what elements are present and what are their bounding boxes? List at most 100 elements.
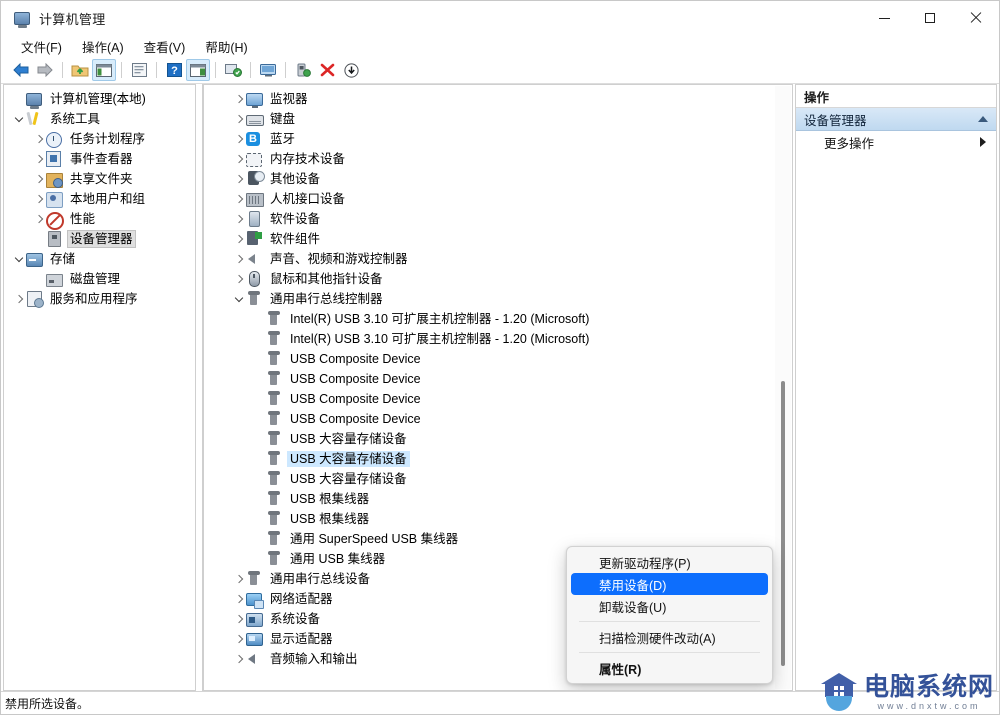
- usb-icon: [266, 451, 282, 467]
- chevron-right-icon[interactable]: [232, 209, 246, 229]
- system-device-icon: [246, 611, 263, 627]
- device-item-14[interactable]: USB Composite Device: [204, 369, 792, 389]
- other-device-icon: [246, 171, 265, 187]
- chevron-right-icon[interactable]: [232, 149, 246, 169]
- ctx-uninstall-device[interactable]: 卸载设备(U): [571, 595, 768, 617]
- chevron-right-icon[interactable]: [32, 209, 46, 229]
- device-item-9[interactable]: 鼠标和其他指针设备: [204, 269, 792, 289]
- sidebar-item-6[interactable]: 性能: [4, 209, 195, 230]
- chevron-right-icon[interactable]: [12, 289, 26, 309]
- scan-hardware-changes-icon[interactable]: [221, 59, 245, 81]
- device-item-16[interactable]: USB Composite Device: [204, 409, 792, 429]
- chevron-right-icon: [980, 137, 986, 147]
- menu-view[interactable]: 查看(V): [134, 35, 196, 58]
- sidebar-item-2[interactable]: 任务计划程序: [4, 129, 195, 149]
- close-button[interactable]: [953, 1, 999, 35]
- chevron-right-icon[interactable]: [232, 249, 246, 269]
- ctx-properties[interactable]: 属性(R): [571, 657, 768, 679]
- minimize-button[interactable]: [861, 1, 907, 35]
- chevron-right-icon[interactable]: [32, 129, 46, 149]
- chevron-right-icon[interactable]: [232, 189, 246, 209]
- device-item-7[interactable]: 软件组件: [204, 229, 792, 249]
- maximize-button[interactable]: [907, 1, 953, 35]
- up-folder-icon[interactable]: [68, 59, 92, 81]
- download-icon[interactable]: [339, 59, 363, 81]
- event-icon: [46, 151, 62, 167]
- chevron-right-icon[interactable]: [32, 189, 46, 209]
- device-item-12[interactable]: Intel(R) USB 3.10 可扩展主机控制器 - 1.20 (Micro…: [204, 329, 792, 349]
- device-item-5[interactable]: 人机接口设备: [204, 189, 792, 209]
- show-action-pane-icon[interactable]: [186, 59, 210, 81]
- disk-icon: [46, 271, 63, 287]
- device-item-1[interactable]: 键盘: [204, 109, 792, 129]
- sidebar-item-1[interactable]: 系统工具: [4, 109, 195, 129]
- device-item-18[interactable]: USB 大容量存储设备: [204, 449, 792, 469]
- action-group-device-manager[interactable]: 设备管理器: [796, 108, 996, 131]
- sidebar-item-label: 磁盘管理: [70, 272, 121, 286]
- device-item-20[interactable]: USB 根集线器: [204, 489, 792, 509]
- chevron-right-icon[interactable]: [232, 109, 246, 129]
- back-icon[interactable]: [9, 59, 33, 81]
- sidebar-item-0[interactable]: 计算机管理(本地): [4, 89, 195, 109]
- device-item-19[interactable]: USB 大容量存储设备: [204, 469, 792, 489]
- ctx-update-driver[interactable]: 更新驱动程序(P): [571, 551, 768, 573]
- show-console-tree-icon[interactable]: [92, 59, 116, 81]
- help-icon[interactable]: ?: [162, 59, 186, 81]
- scrollbar-thumb[interactable]: [781, 381, 785, 666]
- chevron-down-icon[interactable]: [232, 289, 246, 309]
- device-item-label: USB 根集线器: [290, 512, 370, 526]
- chevron-right-icon[interactable]: [232, 629, 246, 649]
- sidebar-item-5[interactable]: 本地用户和组: [4, 189, 195, 209]
- chevron-right-icon[interactable]: [32, 149, 46, 169]
- device-item-0[interactable]: 监视器: [204, 89, 792, 109]
- device-item-3[interactable]: 内存技术设备: [204, 149, 792, 169]
- device-item-15[interactable]: USB Composite Device: [204, 389, 792, 409]
- device-item-6[interactable]: 软件设备: [204, 209, 792, 229]
- uninstall-device-icon[interactable]: [291, 59, 315, 81]
- chevron-right-icon[interactable]: [232, 649, 246, 669]
- usb-icon: [266, 471, 282, 487]
- chevron-right-icon[interactable]: [232, 609, 246, 629]
- ctx-scan-hardware[interactable]: 扫描检测硬件改动(A): [571, 626, 768, 648]
- computer-icon: [26, 91, 42, 109]
- chevron-right-icon[interactable]: [232, 169, 246, 189]
- sidebar-item-8[interactable]: 存储: [4, 249, 195, 269]
- menu-file[interactable]: 文件(F): [11, 35, 72, 58]
- chevron-down-icon[interactable]: [12, 249, 26, 269]
- chevron-right-icon[interactable]: [232, 129, 246, 149]
- forward-icon[interactable]: [33, 59, 57, 81]
- chevron-down-icon[interactable]: [12, 109, 26, 129]
- sidebar-item-9[interactable]: 磁盘管理: [4, 269, 195, 289]
- disable-device-icon[interactable]: [315, 59, 339, 81]
- chevron-right-icon[interactable]: [32, 169, 46, 189]
- watermark-logo-icon: [819, 671, 859, 713]
- chevron-right-icon[interactable]: [232, 589, 246, 609]
- ctx-disable-device[interactable]: 禁用设备(D): [571, 573, 768, 595]
- device-item-21[interactable]: USB 根集线器: [204, 509, 792, 529]
- menu-help[interactable]: 帮助(H): [195, 35, 257, 58]
- device-item-11[interactable]: Intel(R) USB 3.10 可扩展主机控制器 - 1.20 (Micro…: [204, 309, 792, 329]
- chevron-right-icon[interactable]: [232, 269, 246, 289]
- properties-icon[interactable]: [127, 59, 151, 81]
- sidebar-item-10[interactable]: 服务和应用程序: [4, 289, 195, 309]
- device-item-17[interactable]: USB 大容量存储设备: [204, 429, 792, 449]
- chevron-right-icon[interactable]: [232, 569, 246, 589]
- device-item-8[interactable]: 声音、视频和游戏控制器: [204, 249, 792, 269]
- sidebar-item-3[interactable]: 事件查看器: [4, 149, 195, 169]
- device-item-10[interactable]: 通用串行总线控制器: [204, 289, 792, 309]
- pane-splitter[interactable]: [195, 84, 203, 691]
- menu-action[interactable]: 操作(A): [72, 35, 134, 58]
- device-tree-scrollbar[interactable]: [775, 86, 791, 689]
- chevron-right-icon[interactable]: [232, 229, 246, 249]
- update-driver-icon[interactable]: [256, 59, 280, 81]
- chevron-right-icon[interactable]: [232, 89, 246, 109]
- device-item-2[interactable]: B 蓝牙: [204, 129, 792, 149]
- sidebar-item-4[interactable]: 共享文件夹: [4, 169, 195, 189]
- usb-icon: [266, 551, 282, 567]
- device-item-13[interactable]: USB Composite Device: [204, 349, 792, 369]
- device-item-label: USB Composite Device: [290, 392, 421, 406]
- toolbar-separator: [62, 62, 63, 78]
- action-more-actions[interactable]: 更多操作: [796, 131, 996, 153]
- device-item-4[interactable]: 其他设备: [204, 169, 792, 189]
- sidebar-item-7[interactable]: 设备管理器: [4, 229, 195, 249]
